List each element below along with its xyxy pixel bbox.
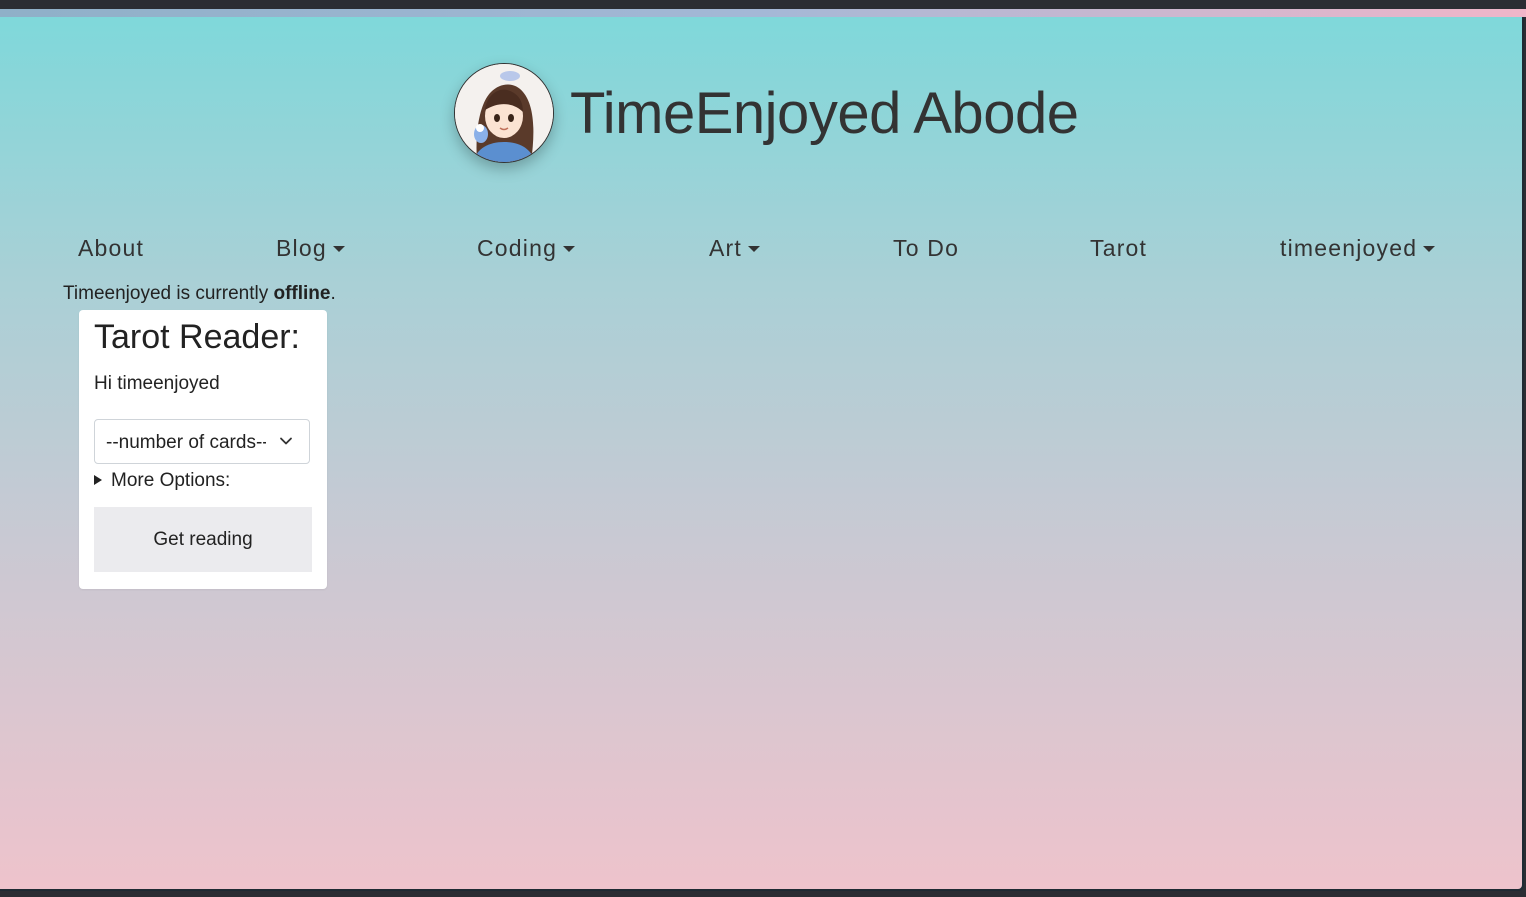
status-prefix: Timeenjoyed is currently <box>63 283 274 304</box>
select-value: --number of cards-- <box>106 432 266 453</box>
site-title[interactable]: TimeEnjoyed Abode <box>570 80 1079 147</box>
nav-item-label: About <box>78 235 145 261</box>
chevron-down-icon <box>280 437 292 445</box>
nav-item-blog[interactable]: Blog <box>276 235 345 262</box>
main-nav: About Blog Coding Art To Do Tarot timeen… <box>0 235 1522 269</box>
nav-item-label: Coding <box>477 235 558 261</box>
card-title: Tarot Reader: <box>94 318 300 356</box>
nav-item-label: To Do <box>893 235 960 261</box>
disclosure-triangle-icon <box>94 475 102 485</box>
caret-down-icon <box>748 246 760 252</box>
page: TimeEnjoyed Abode About Blog Coding Art … <box>0 17 1524 891</box>
caret-down-icon <box>332 246 345 252</box>
nav-item-tarot[interactable]: Tarot <box>1090 235 1147 262</box>
status-state: offline <box>273 283 331 304</box>
tarot-reader-card: Tarot Reader: Hi timeenjoyed --number of… <box>79 310 327 589</box>
nav-item-about[interactable]: About <box>78 235 144 262</box>
browser-bottom-strip <box>0 891 1526 897</box>
more-options-label: More Options: <box>111 470 231 491</box>
nav-item-art[interactable]: Art <box>709 235 760 262</box>
more-options-toggle[interactable]: More Options: <box>94 470 230 492</box>
nav-item-user[interactable]: timeenjoyed <box>1280 235 1436 262</box>
browser-accent-strip <box>0 9 1526 17</box>
nav-item-label: timeenjoyed <box>1280 235 1418 261</box>
nav-item-label: Tarot <box>1090 235 1148 261</box>
get-reading-button[interactable]: Get reading <box>94 507 312 572</box>
number-of-cards-select[interactable]: --number of cards-- <box>94 419 310 464</box>
nav-item-label: Art <box>709 235 742 261</box>
site-header: TimeEnjoyed Abode <box>454 63 1079 163</box>
caret-down-icon <box>563 246 576 252</box>
nav-item-coding[interactable]: Coding <box>477 235 576 262</box>
avatar-illustration <box>455 64 553 162</box>
status-suffix: . <box>330 283 336 304</box>
avatar[interactable] <box>454 63 554 163</box>
nav-item-label: Blog <box>276 235 327 261</box>
stream-status: Timeenjoyed is currently offline. <box>63 283 336 305</box>
greeting-text: Hi timeenjoyed <box>94 373 220 394</box>
nav-item-todo[interactable]: To Do <box>893 235 959 262</box>
browser-top-strip <box>0 0 1526 9</box>
caret-down-icon <box>1423 246 1436 252</box>
